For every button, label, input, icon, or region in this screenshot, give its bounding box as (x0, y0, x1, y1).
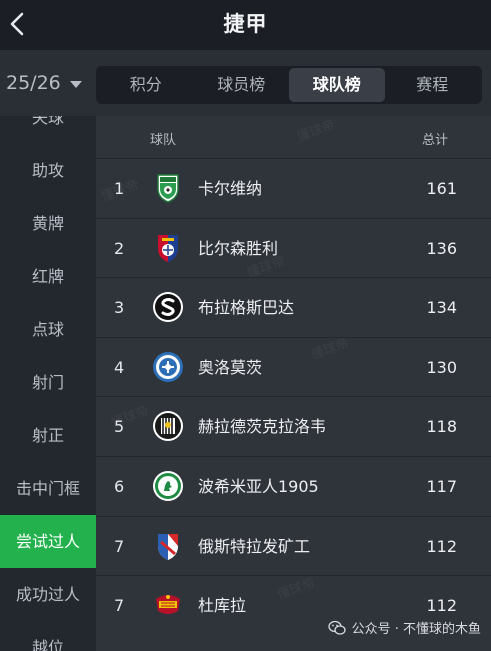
table-row[interactable]: 2 比尔森胜利 136 (96, 218, 491, 277)
team-total: 136 (426, 239, 457, 258)
column-header-team: 球队 (150, 133, 177, 148)
team-total: 130 (426, 358, 457, 377)
sidebar-item-shots-on-target[interactable]: 射正 (0, 409, 96, 462)
row-rank: 3 (114, 298, 125, 317)
tab-player-rankings[interactable]: 球员榜 (194, 68, 290, 102)
page-title: 捷甲 (223, 12, 268, 36)
team-total: 117 (426, 477, 457, 496)
karvina-crest-icon (157, 174, 179, 203)
team-name: 比尔森胜利 (198, 239, 279, 258)
sidebar-item-penalties[interactable]: 点球 (0, 303, 96, 356)
team-total: 118 (426, 417, 457, 436)
row-rank: 7 (114, 596, 125, 615)
team-name: 俄斯特拉发矿工 (198, 537, 311, 556)
tab-team-rankings[interactable]: 球队榜 (289, 68, 385, 102)
plzen-crest-icon (158, 235, 178, 262)
row-rank: 5 (114, 417, 125, 436)
wechat-icon (327, 620, 346, 635)
top-bar: 捷甲 (0, 0, 491, 50)
team-name: 杜库拉 (198, 596, 247, 615)
table-row[interactable]: 5 赫拉德茨克拉洛韦 118 (96, 396, 491, 455)
sidebar-item-red-cards[interactable]: 红牌 (0, 250, 96, 303)
wechat-account-label: 公众号 · 不懂球的木鱼 (351, 622, 481, 637)
tab-schedule[interactable]: 赛程 (385, 68, 481, 102)
team-total: 112 (426, 537, 457, 556)
bohemians-crest-icon (153, 471, 183, 501)
table-row[interactable]: 1 卡尔维纳 161 (96, 158, 491, 217)
tab-bar: 积分 球员榜 球队榜 赛程 (96, 66, 482, 104)
chevron-down-icon (70, 81, 82, 88)
team-ranking-table: 球队 总计 懂球帝 懂球帝 懂球帝 懂球帝 懂球帝 懂球帝 1 卡尔维纳 161… (96, 116, 491, 651)
sidebar-item-hit-woodwork[interactable]: 击中门框 (0, 462, 96, 515)
team-name: 卡尔维纳 (198, 179, 263, 198)
team-name: 奥洛莫茨 (198, 358, 263, 377)
tab-standings[interactable]: 积分 (98, 68, 194, 102)
table-header: 球队 总计 (96, 116, 491, 156)
team-total: 161 (426, 179, 457, 198)
team-name: 布拉格斯巴达 (198, 298, 295, 317)
ostrava-crest-icon (158, 534, 178, 560)
dukla-crest-icon (156, 595, 180, 614)
sidebar-item-assists[interactable]: 助攻 (0, 144, 96, 197)
olomouc-crest-icon (153, 352, 183, 382)
team-name: 赫拉德茨克拉洛韦 (198, 417, 327, 436)
stat-category-sidebar: 失球 助攻 黄牌 红牌 点球 射门 射正 击中门框 尝试过人 成功过人 越位 (0, 116, 96, 651)
team-total: 134 (426, 298, 457, 317)
sidebar-item-dribbles-attempted[interactable]: 尝试过人 (0, 515, 96, 568)
sidebar-item-yellow-cards[interactable]: 黄牌 (0, 197, 96, 250)
sidebar-item-goals-conceded[interactable]: 失球 (0, 116, 96, 144)
wechat-account-watermark: 公众号 · 不懂球的木鱼 (327, 618, 481, 637)
team-name: 波希米亚人1905 (198, 477, 319, 496)
table-row[interactable]: 3 布拉格斯巴达 134 (96, 277, 491, 336)
sidebar-item-offsides[interactable]: 越位 (0, 621, 96, 651)
hradec-crest-icon (153, 411, 183, 441)
row-rank: 7 (114, 537, 125, 556)
sparta-crest-icon (153, 292, 183, 322)
row-rank: 6 (114, 477, 125, 496)
sidebar-item-dribbles-successful[interactable]: 成功过人 (0, 568, 96, 621)
table-row[interactable]: 7 俄斯特拉发矿工 112 (96, 516, 491, 575)
table-row[interactable]: 6 波希米亚人1905 117 (96, 456, 491, 515)
table-row[interactable]: 4 奥洛莫茨 130 (96, 337, 491, 396)
season-selector[interactable]: 25/26 (6, 72, 61, 94)
column-header-total: 总计 (422, 133, 449, 148)
sidebar-item-shots[interactable]: 射门 (0, 356, 96, 409)
row-rank: 1 (114, 179, 125, 198)
row-rank: 2 (114, 239, 125, 258)
row-rank: 4 (114, 358, 125, 377)
